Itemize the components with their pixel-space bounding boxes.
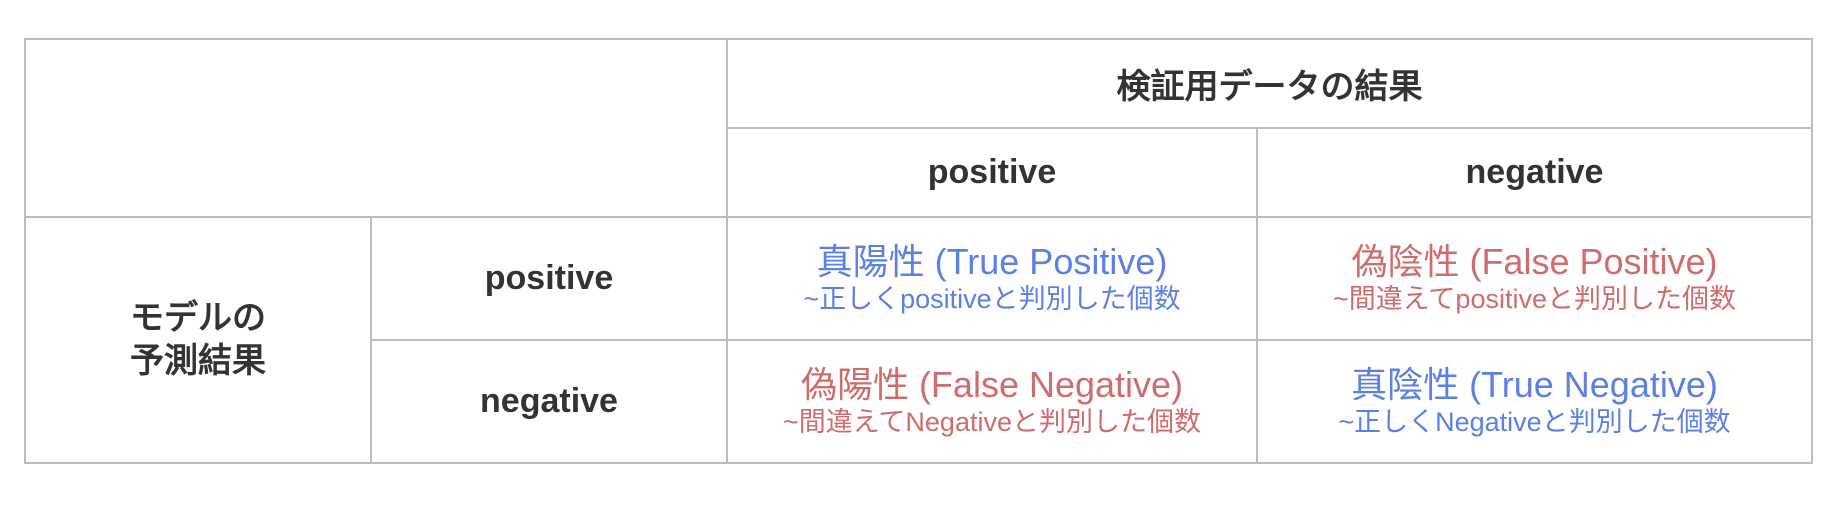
- true-positive-cell: 真陽性 (True Positive) ~正しくpositiveと判別した個数: [726, 216, 1258, 341]
- model-prediction-line2: 予測結果: [130, 342, 266, 380]
- true-negative-desc: ~正しくNegativeと判別した個数: [1338, 406, 1731, 437]
- column-header-negative-label: negative: [1465, 153, 1604, 191]
- header-row-group: 検証用データの結果: [24, 38, 1813, 218]
- false-negative-cell: 偽陽性 (False Negative) ~間違えてNegativeと判別した個…: [726, 339, 1258, 464]
- row-header-positive: positive: [370, 216, 728, 341]
- validation-result-title: 検証用データの結果: [1116, 68, 1423, 106]
- row-header-negative-label: negative: [480, 382, 618, 420]
- column-header-positive: positive: [726, 127, 1258, 218]
- corner-cell: [24, 38, 728, 218]
- true-negative-cell: 真陰性 (True Negative) ~正しくNegativeと判別した個数: [1256, 339, 1813, 464]
- true-negative-title: 真陰性 (True Negative): [1351, 363, 1718, 405]
- model-prediction-label: モデルの 予測結果: [130, 297, 266, 383]
- prediction-positive-row: モデルの 予測結果 positive 真陽性 (True Positive) ~…: [24, 216, 1813, 464]
- confusion-matrix-table: 検証用データの結果 positive negative モデルの 予測結果 po…: [24, 38, 1813, 464]
- false-negative-desc: ~間違えてNegativeと判別した個数: [783, 406, 1201, 437]
- model-prediction-line1: モデルの: [130, 299, 266, 337]
- row-header-positive-label: positive: [484, 259, 614, 297]
- model-prediction-header: モデルの 予測結果: [24, 216, 372, 464]
- true-positive-desc: ~正しくpositiveと判別した個数: [803, 283, 1181, 314]
- row-header-negative: negative: [370, 339, 728, 464]
- false-positive-cell: 偽陰性 (False Positive) ~間違えてpositiveと判別した個…: [1256, 216, 1813, 341]
- column-header-positive-label: positive: [927, 153, 1057, 191]
- false-negative-title: 偽陽性 (False Negative): [800, 363, 1184, 405]
- true-positive-title: 真陽性 (True Positive): [816, 240, 1168, 282]
- column-header-negative: negative: [1256, 127, 1813, 218]
- false-positive-title: 偽陰性 (False Positive): [1351, 240, 1718, 282]
- validation-result-header: 検証用データの結果: [726, 38, 1813, 129]
- false-positive-desc: ~間違えてpositiveと判別した個数: [1333, 283, 1736, 314]
